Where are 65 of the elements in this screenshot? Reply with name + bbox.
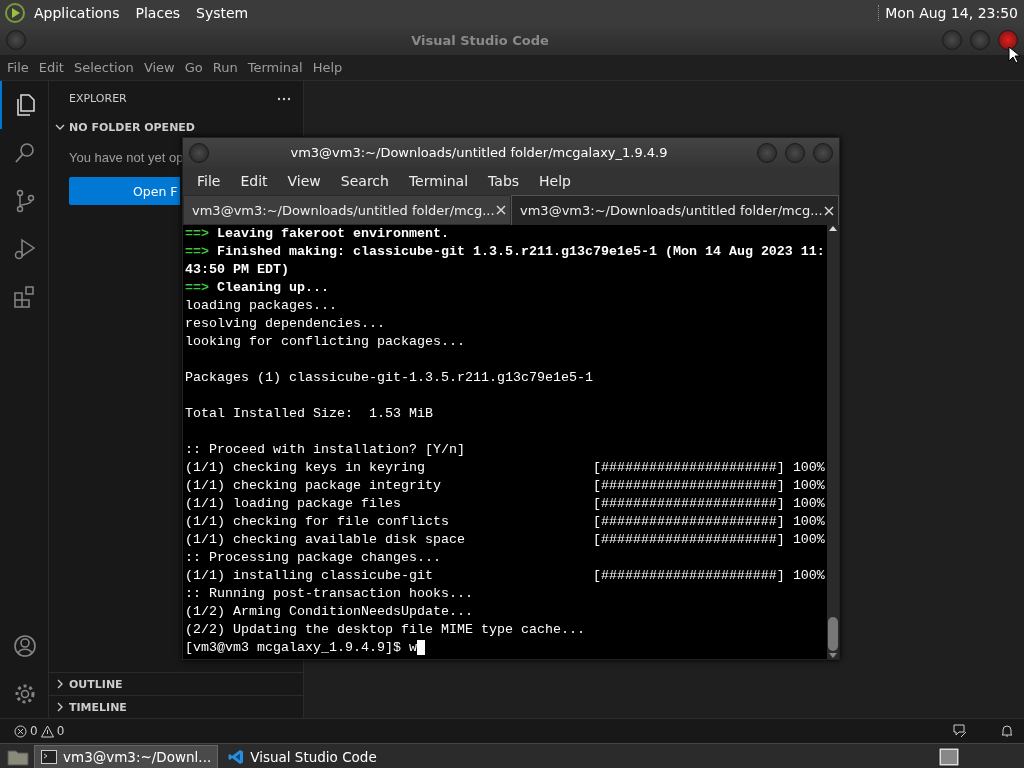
menu-item[interactable]: File [2,60,34,75]
section-header[interactable]: NO FOLDER OPENED [69,120,195,134]
terminal-line: Total Installed Size: 1.53 MiB [185,406,433,421]
menu-item[interactable]: Terminal [398,173,479,189]
menu-item[interactable]: Terminal [242,60,308,75]
percent-text: 100% [792,568,825,583]
error-count[interactable]: 0 [30,724,38,738]
section-header[interactable]: OUTLINE [69,677,123,691]
menu-item[interactable]: Run [207,60,243,75]
terminal-line: (1/1) checking package integrity [185,478,441,493]
progress-bar-text: [######################] [592,478,785,493]
terminal-tab[interactable]: vm3@vm3:~/Downloads/untitled folder/mcg... [511,195,839,225]
menu-item[interactable]: Help [529,173,581,189]
percent-text: 100% [792,478,825,493]
menu-item[interactable]: Go [179,60,208,75]
menu-item[interactable]: View [138,60,180,75]
percent-text: 100% [792,532,825,547]
terminal-line: :: Processing package changes... [185,550,441,565]
terminal-line: loading packages... [185,298,337,313]
warning-count[interactable]: 0 [56,724,65,738]
menu-item[interactable]: Edit [230,173,278,189]
terminal-line: Packages (1) classicube-git-1.3.5.r211.g13c79e1e5-1 [185,370,593,385]
panel-menu[interactable]: Places [135,4,181,21]
percent-text: 100% [792,496,825,511]
progress-bar-text: [######################] [592,496,785,511]
progress-bar-text: [######################] [592,514,785,529]
percent-text: 100% [792,514,825,529]
clock[interactable]: Mon Aug 14, 23:50 [878,4,1018,21]
menu-item[interactable]: Edit [33,60,69,75]
progress-bar-text: [######################] [592,460,785,475]
terminal-line: :: Running post-transaction hooks... [185,586,473,601]
terminal-line: resolving dependencies... [185,316,385,331]
taskbar-button[interactable]: vm3@vm3:~/Downl... [34,744,219,768]
window-title: Visual Studio Code [410,32,550,48]
terminal-line: ==> Cleaning up... [185,279,330,297]
menu-item[interactable]: Search [330,173,399,189]
open-folder-button[interactable]: Open F [69,177,180,205]
terminal-line: ==> Finished making: classicube-git 1.3.5.r211.g13c79e1e5-1 (Mon 14 Aug 2023 11:43:50 PM EDT) [185,243,826,279]
terminal-line: ==> Leaving fakeroot environment. [185,225,450,243]
terminal-line: (1/1) installing classicube-git [185,568,433,583]
taskbar-button[interactable]: Visual Studio Code [222,745,383,768]
terminal-line: looking for conflicting packages... [185,334,465,349]
menu-item[interactable]: File [187,173,231,189]
menu-item[interactable]: Selection [68,60,139,75]
progress-bar-text: [######################] [592,568,785,583]
terminal-line: (2/2) Updating the desktop file MIME type cache... [185,622,585,637]
terminal-line: (1/1) checking available disk space [185,532,465,547]
percent-text: 100% [792,460,825,475]
menu-item[interactable]: Tabs [478,173,530,189]
window-title: vm3@vm3:~/Downloads/untitled folder/mcgalaxy_1.9.4.9 [289,145,669,160]
typed-command[interactable]: w [408,640,417,655]
progress-bar-text: [######################] [592,532,785,547]
terminal-line: (1/2) Arming ConditionNeedsUpdate... [185,604,473,619]
terminal-line: (1/1) loading package files [185,496,401,511]
terminal-line: :: Proceed with installation? [Y/n] [185,442,465,457]
terminal-line: (1/1) checking keys in keyring [185,460,425,475]
terminal-line: (1/1) checking for file conflicts [185,514,449,529]
terminal-tab[interactable]: vm3@vm3:~/Downloads/untitled folder/mcg... [183,195,511,225]
panel-menu[interactable]: System [196,4,249,21]
panel-menu[interactable]: Applications [34,4,120,21]
sidebar-title: EXPLORER [69,92,128,105]
menu-item[interactable]: View [277,173,331,189]
section-header[interactable]: TIMELINE [69,700,127,714]
shell-prompt: [vm3@vm3 mcgalaxy_1.9.4.9]$ [185,640,401,655]
menu-item[interactable]: Help [307,60,348,75]
